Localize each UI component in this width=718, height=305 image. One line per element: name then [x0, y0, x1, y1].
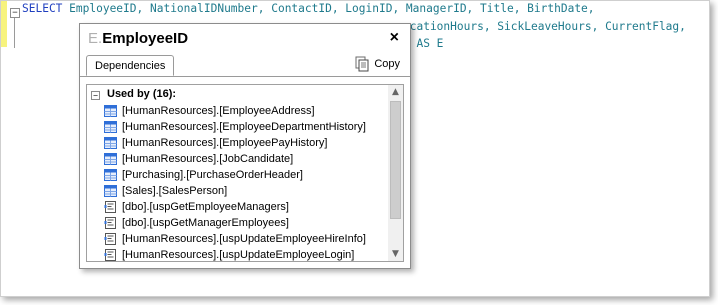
fold-guide-line	[14, 18, 15, 48]
procedure-icon	[104, 201, 116, 213]
code-line-2: acationHours, SickLeaveHours, CurrentFla…	[403, 20, 686, 33]
table-icon	[104, 121, 117, 133]
tab-dependencies[interactable]: Dependencies	[86, 55, 175, 76]
copy-label: Copy	[374, 58, 400, 71]
used-by-label: Used by (16):	[107, 88, 177, 100]
procedure-icon	[104, 217, 116, 229]
list-item-label: [Purchasing].[PurchaseOrderHeader]	[122, 169, 303, 181]
scrollbar-thumb[interactable]	[390, 101, 401, 219]
list-item-label: [HumanResources].[JobCandidate]	[122, 153, 294, 165]
list-item-label: [HumanResources].[EmployeeAddress]	[122, 105, 315, 117]
list-item-label: [HumanResources].[uspUpdateEmployeeHireI…	[122, 233, 366, 245]
list-item-label: [Sales].[SalesPerson]	[122, 185, 228, 197]
code-line-1: SELECT EmployeeID, NationalIDNumber, Con…	[22, 2, 595, 15]
collapse-region-icon[interactable]: −	[10, 8, 20, 18]
list-item-label: [HumanResources].[EmployeeDepartmentHist…	[122, 121, 366, 133]
table-icon	[104, 153, 117, 165]
scroll-up-icon[interactable]: ▲	[388, 85, 403, 99]
table-icon	[104, 185, 117, 197]
list-item-label: [dbo].[uspGetManagerEmployees]	[122, 217, 289, 229]
list-item-label: [HumanResources].[uspUpdateEmployeeLogin…	[122, 249, 355, 261]
sql-editor-window: − SELECT EmployeeID, NationalIDNumber, C…	[0, 0, 710, 297]
popup-title: E.EmployeeID	[88, 30, 189, 47]
list-item-label: [dbo].[uspGetEmployeeManagers]	[122, 201, 289, 213]
procedure-icon	[104, 233, 116, 245]
query-editor[interactable]: − SELECT EmployeeID, NationalIDNumber, C…	[1, 1, 709, 296]
change-marker	[1, 1, 7, 47]
column-info-popup: E.EmployeeID × Dependencies Copy − Used …	[79, 23, 411, 269]
copy-icon	[355, 56, 369, 72]
procedure-icon	[104, 249, 116, 261]
list-item-label: [HumanResources].[EmployeePayHistory]	[122, 137, 328, 149]
table-icon	[104, 137, 117, 149]
table-icon	[104, 169, 117, 181]
table-icon	[104, 105, 117, 117]
scroll-down-icon[interactable]: ▼	[388, 247, 403, 261]
vertical-scrollbar[interactable]: ▲ ▼	[388, 85, 403, 261]
popup-tabstrip: Dependencies Copy	[80, 54, 410, 77]
copy-button[interactable]: Copy	[354, 54, 400, 74]
dependencies-tree[interactable]: − Used by (16): [HumanResources].[Employ…	[86, 84, 404, 262]
close-icon[interactable]: ×	[390, 29, 399, 47]
collapse-icon[interactable]: −	[91, 91, 100, 100]
